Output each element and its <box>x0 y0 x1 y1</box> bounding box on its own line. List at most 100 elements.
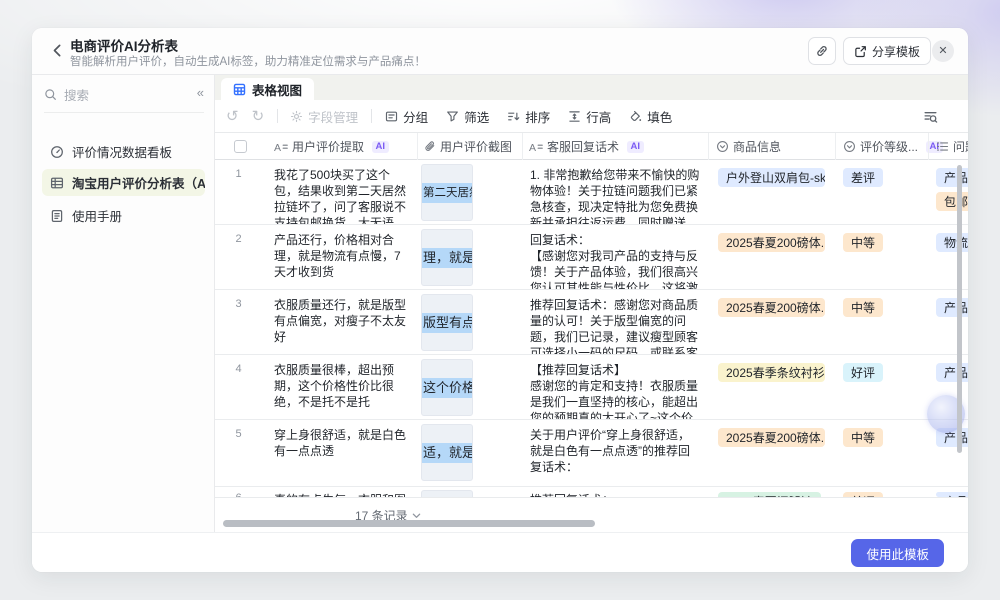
column-label: 用户评价截图 <box>440 138 512 155</box>
sidebar: 搜索 « 评价情况数据看板 淘宝用户评价分析表（AI... 使用手 <box>32 75 215 532</box>
cell-product[interactable]: 2025春季条纹衬衫女 <box>708 355 835 419</box>
field-manage-button[interactable]: 字段管理 <box>290 107 358 126</box>
copy-link-button[interactable] <box>808 37 836 65</box>
column-label: 商品信息 <box>733 138 781 155</box>
cell-review[interactable]: 产品还行，价格相对合理，就是物流有点慢，7天才收到货 <box>262 225 417 289</box>
cell-reply[interactable]: 推荐回复话术： <box>522 487 708 497</box>
cell-grade[interactable]: 差评 <box>835 160 928 224</box>
cell-issues[interactable]: 物流问题 <box>928 225 968 289</box>
column-header-screenshot[interactable]: 用户评价截图 <box>423 133 512 160</box>
share-button-label: 分享模板 <box>872 43 920 60</box>
issue-tag: 产品质量 <box>936 298 968 317</box>
sidebar-item-label: 评价情况数据看板 <box>72 142 172 161</box>
sort-icon <box>507 110 520 123</box>
table-footer: 17 条记录 <box>215 497 968 532</box>
table-row[interactable]: 6 真的有点生气，衣服和图片差... 推荐回复话术： 2025春夏阔腿裤 差评 … <box>215 487 968 497</box>
toolbar: ↺ ↻ 字段管理 分组 <box>215 100 968 133</box>
cell-reply[interactable]: 推荐回复话术：感谢您对商品质量的认可！关于版型偏宽的问题，我们已记录，建议瘦型顾… <box>522 290 708 354</box>
select-all-checkbox[interactable] <box>234 140 247 153</box>
cell-issues[interactable]: 产品质量 <box>928 290 968 354</box>
row-height-button[interactable]: 行高 <box>568 107 611 126</box>
cell-product[interactable]: 2025春夏阔腿裤 <box>708 487 835 497</box>
screenshot-thumbnail[interactable]: 这个价格 <box>421 359 473 416</box>
cell-screenshot[interactable] <box>417 487 522 497</box>
cell-screenshot[interactable]: 适，就是白 <box>417 420 522 486</box>
fill-color-button[interactable]: 填色 <box>629 107 672 126</box>
column-header-product[interactable]: 商品信息 <box>716 133 781 160</box>
screenshot-thumbnail[interactable]: 第二天居然 <box>421 164 473 221</box>
cell-grade[interactable]: 中等 <box>835 225 928 289</box>
cell-screenshot[interactable]: 版型有点偏 <box>417 290 522 354</box>
use-template-button[interactable]: 使用此模板 <box>851 539 944 567</box>
sidebar-item-dashboard[interactable]: 评价情况数据看板 <box>42 138 205 165</box>
cell-review[interactable]: 穿上身很舒适，就是白色有一点点透 <box>262 420 417 486</box>
single-select-icon <box>843 140 856 153</box>
cell-review[interactable]: 我花了500块买了这个包，结果收到第二天居然拉链坏了，问了客服说不支持包邮换货，… <box>262 160 417 224</box>
column-header-issues[interactable]: 问题 <box>936 133 968 160</box>
search-records-button[interactable] <box>923 100 938 133</box>
filter-button[interactable]: 筛选 <box>446 107 489 126</box>
cell-review[interactable]: 衣服质量很棒，超出预期，这个价格性价比很绝，不是托不是托 <box>262 355 417 419</box>
redo-button[interactable]: ↻ <box>252 107 265 125</box>
product-tag: 2025春夏200磅体... <box>718 233 825 252</box>
search-icon <box>44 88 57 101</box>
table-row[interactable]: 2 产品还行，价格相对合理，就是物流有点慢，7天才收到货 理，就是物 回复话术：… <box>215 225 968 290</box>
sidebar-item-analysis-table[interactable]: 淘宝用户评价分析表（AI... <box>42 169 205 196</box>
screenshot-thumbnail[interactable]: 理，就是物 <box>421 229 473 286</box>
group-button[interactable]: 分组 <box>385 107 428 126</box>
table-row[interactable]: 4 衣服质量很棒，超出预期，这个价格性价比很绝，不是托不是托 这个价格 【推荐回… <box>215 355 968 420</box>
paint-bucket-icon <box>629 110 642 123</box>
collapse-sidebar-icon[interactable]: « <box>197 85 204 100</box>
column-header-reply[interactable]: A 客服回复话术 AI <box>529 133 644 160</box>
row-number: 2 <box>215 233 262 245</box>
back-icon[interactable] <box>50 43 66 59</box>
cell-reply[interactable]: 1. 非常抱歉给您带来不愉快的购物体验！关于拉链问题我们已紧急核查，现决定特批为… <box>522 160 708 224</box>
cell-product[interactable]: 户外登山双肩包-skj <box>708 160 835 224</box>
cell-product[interactable]: 2025春夏200磅体... <box>708 420 835 486</box>
template-preview-window: 电商评价AI分析表 智能解析用户评价，自动生成AI标签，助力精准定位需求与产品痛… <box>32 28 968 572</box>
column-header-review[interactable]: A 用户评价提取 AI <box>274 133 389 160</box>
issue-tag: 物流问题 <box>936 233 968 252</box>
search-placeholder: 搜索 <box>64 85 89 104</box>
tab-label: 表格视图 <box>252 80 302 99</box>
cell-grade[interactable]: 好评 <box>835 355 928 419</box>
horizontal-scrollbar[interactable] <box>223 520 595 527</box>
cell-grade[interactable]: 差评 <box>835 487 928 497</box>
screenshot-thumbnail[interactable]: 适，就是白 <box>421 424 473 481</box>
cell-reply[interactable]: 关于用户评价“穿上身很舒适，就是白色有一点点透”的推荐回复话术： 【回复模板】.… <box>522 420 708 486</box>
cell-screenshot[interactable]: 第二天居然 <box>417 160 522 224</box>
cell-reply[interactable]: 【推荐回复话术】 感谢您的肯定和支持！衣服质量是我们一直坚持的核心，能超出您的预… <box>522 355 708 419</box>
cell-grade[interactable]: 中等 <box>835 420 928 486</box>
ai-badge: AI <box>627 141 644 153</box>
cell-grade[interactable]: 中等 <box>835 290 928 354</box>
share-template-button[interactable]: 分享模板 <box>843 37 931 65</box>
table-row[interactable]: 3 衣服质量还行，就是版型有点偏宽，对瘦子不太友好 版型有点偏 推荐回复话术：感… <box>215 290 968 355</box>
cell-issues[interactable]: 产品质量 <box>928 487 968 497</box>
cell-review[interactable]: 衣服质量还行，就是版型有点偏宽，对瘦子不太友好 <box>262 290 417 354</box>
sidebar-divider <box>44 112 204 113</box>
cell-issues[interactable]: 产品质量 包邮问题 <box>928 160 968 224</box>
cell-screenshot[interactable]: 理，就是物 <box>417 225 522 289</box>
table-row[interactable]: 5 穿上身很舒适，就是白色有一点点透 适，就是白 关于用户评价“穿上身很舒适，就… <box>215 420 968 487</box>
screenshot-thumbnail[interactable] <box>421 490 473 497</box>
cell-reply[interactable]: 回复话术： 【感谢您对我司产品的支持与反馈！关于产品体验，我们很高兴您认可其性能… <box>522 225 708 289</box>
undo-button[interactable]: ↺ <box>226 107 239 125</box>
toolbar-separator <box>371 109 372 123</box>
row-height-icon <box>568 110 581 123</box>
toolbar-separator <box>277 109 278 123</box>
sort-button[interactable]: 排序 <box>507 107 550 126</box>
group-icon <box>385 110 398 123</box>
sidebar-item-manual[interactable]: 使用手册 <box>42 202 205 229</box>
main-area: 表格视图 ↺ ↻ 字段管理 分组 <box>215 75 968 532</box>
cell-review[interactable]: 真的有点生气，衣服和图片差... <box>262 487 417 497</box>
cell-screenshot[interactable]: 这个价格 <box>417 355 522 419</box>
share-icon <box>854 45 867 58</box>
cell-product[interactable]: 2025春夏200磅体... <box>708 290 835 354</box>
search-input[interactable]: 搜索 <box>44 81 206 107</box>
table-row[interactable]: 1 我花了500块买了这个包，结果收到第二天居然拉链坏了，问了客服说不支持包邮换… <box>215 160 968 225</box>
vertical-scrollbar[interactable] <box>957 165 962 453</box>
tab-grid-view[interactable]: 表格视图 <box>221 78 314 100</box>
cell-product[interactable]: 2025春夏200磅体... <box>708 225 835 289</box>
screenshot-thumbnail[interactable]: 版型有点偏 <box>421 294 473 351</box>
close-button[interactable]: ✕ <box>932 40 954 62</box>
